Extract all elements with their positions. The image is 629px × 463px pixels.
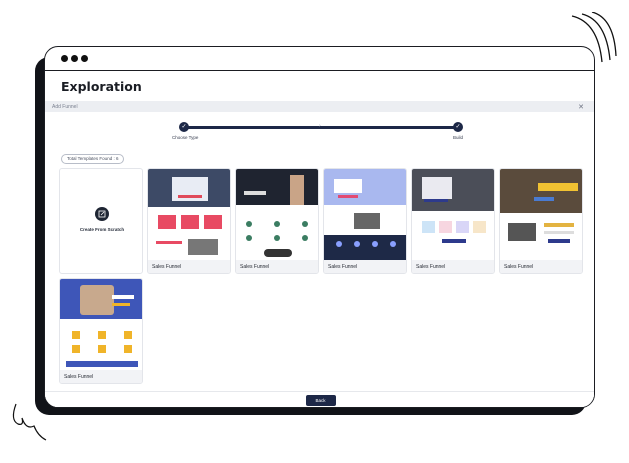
template-thumbnail [60,279,142,370]
template-thumbnail [236,169,318,260]
template-card[interactable]: Sales Funnel [147,168,231,274]
panel-content: › ✓ ✓ Choose Type Build Total Templates … [45,112,594,407]
template-card-label: Sales Funnel [324,260,406,273]
panel-footer: Back [45,391,594,407]
create-from-scratch-label: Create From Scratch [79,227,125,232]
panel-title: Add Funnel [52,103,78,110]
window-dot-1 [61,55,68,62]
window-dot-2 [71,55,78,62]
panel-header: Add Funnel ✕ [45,101,594,112]
app-window: Exploration Add Funnel ✕ › ✓ ✓ Choose Ty… [44,46,595,408]
template-card-label: Sales Funnel [60,370,142,383]
close-icon[interactable]: ✕ [578,103,584,111]
step-build-label: Build [453,135,464,140]
template-card-label: Sales Funnel [500,260,582,273]
back-button[interactable]: Back [305,395,336,406]
step-choose-type-check-icon[interactable]: ✓ [179,122,189,132]
template-thumbnail [148,169,230,260]
template-card[interactable]: Sales Funnel [235,168,319,274]
create-from-scratch-card[interactable]: Create From Scratch [59,168,143,274]
stepper-track [184,126,458,129]
step-choose-type-label: Choose Type [172,135,199,140]
page-title: Exploration [61,78,142,94]
stepper-arrow-icon: › [319,123,321,129]
template-thumbnail [412,169,494,260]
template-card-label: Sales Funnel [412,260,494,273]
template-card-label: Sales Funnel [236,260,318,273]
edit-icon [95,207,109,221]
template-card[interactable]: Sales Funnel [59,278,143,384]
window-titlebar [45,47,594,71]
templates-count-badge: Total Templates Found : 6 [61,154,125,164]
window-dot-3 [81,55,88,62]
stepper: › ✓ ✓ Choose Type Build [45,112,594,146]
template-thumbnail [500,169,582,260]
template-thumbnail [324,169,406,260]
template-card[interactable]: Sales Funnel [323,168,407,274]
template-card-label: Sales Funnel [148,260,230,273]
screenshot-stage: Exploration Add Funnel ✕ › ✓ ✓ Choose Ty… [0,0,629,463]
step-build-check-icon[interactable]: ✓ [453,122,463,132]
template-card[interactable]: Sales Funnel [499,168,583,274]
template-card[interactable]: Sales Funnel [411,168,495,274]
